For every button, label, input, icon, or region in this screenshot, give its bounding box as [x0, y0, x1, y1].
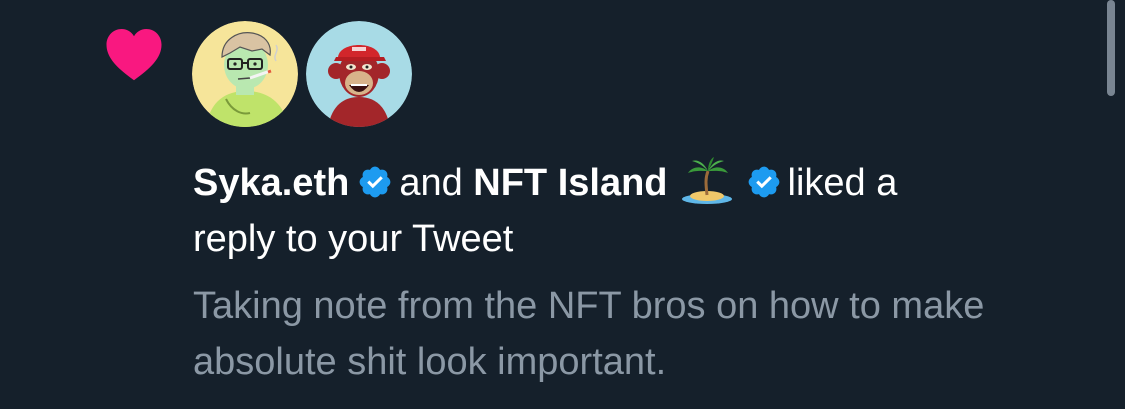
verified-badge-icon — [359, 166, 391, 198]
desert-island-emoji — [681, 157, 732, 204]
user-name-nft-island[interactable]: NFT Island — [473, 162, 667, 204]
heart-icon — [106, 29, 162, 81]
avatar-nft-island[interactable] — [306, 21, 412, 127]
connector-text: and — [399, 162, 463, 204]
verified-badge-icon — [748, 166, 779, 198]
tweet-preview-text[interactable]: Taking note from the NFT bros on how to … — [193, 278, 1073, 390]
avatar-syka-eth[interactable] — [192, 21, 298, 127]
notification-text[interactable]: Syka.eth and NFT Island liked a reply to y… — [193, 155, 1073, 267]
action-text-line1: liked a — [787, 162, 898, 204]
user-name-syka-eth[interactable]: Syka.eth — [193, 162, 349, 204]
scrollbar-thumb[interactable] — [1107, 0, 1115, 96]
action-text-line2: reply to your Tweet — [193, 218, 514, 260]
